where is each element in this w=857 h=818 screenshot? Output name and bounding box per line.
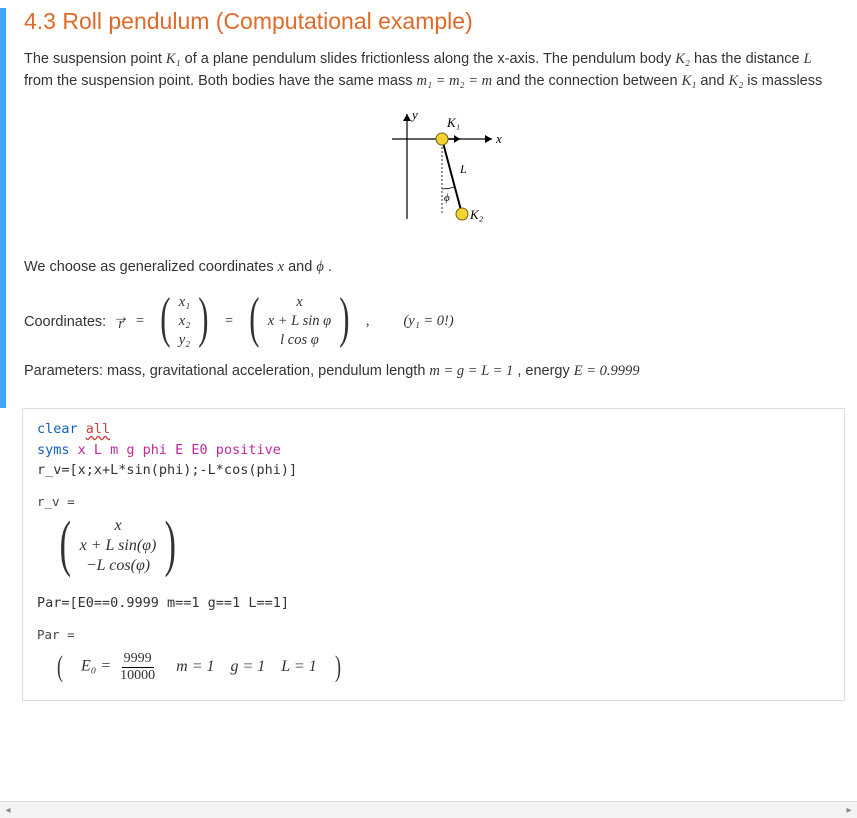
section-heading: 4.3 Roll pendulum (Computational example… bbox=[24, 8, 839, 35]
output-label: Par = bbox=[37, 627, 830, 642]
phi-label: ϕ bbox=[444, 192, 450, 204]
gencoord-paragraph: We choose as generalized coordinates x a… bbox=[24, 257, 839, 279]
code-line[interactable]: Par=[E0==0.9999 m==1 g==1 L==1] bbox=[37, 593, 830, 613]
intro-text: and bbox=[700, 73, 728, 89]
intro-paragraph: The suspension point K₁ of a plane pendu… bbox=[24, 49, 839, 93]
label: Coordinates: bbox=[24, 314, 106, 330]
intro-text: is massless bbox=[747, 73, 822, 89]
y-axis-label: y bbox=[410, 107, 418, 122]
text: , energy bbox=[517, 363, 573, 379]
y1-note: (y₁ = 0!) bbox=[403, 313, 453, 330]
k1-label: K₁ bbox=[446, 115, 460, 130]
output-matrix: ( x x + L sin(φ) −L cos(φ) ) bbox=[55, 517, 181, 575]
L-label: L bbox=[459, 162, 467, 176]
code-line[interactable]: r_v=[x;x+L*sin(phi);-L*cos(phi)] bbox=[37, 460, 830, 480]
coordinates-equation: Coordinates: → r = ( x₁ x₂ y₂ ) = bbox=[24, 294, 839, 349]
sym-k1: K₁ bbox=[166, 51, 181, 67]
energy-value: E = 0.9999 bbox=[574, 363, 640, 379]
text: and bbox=[288, 259, 316, 275]
sym-k2: K₂ bbox=[675, 51, 690, 67]
intro-text: and the connection between bbox=[496, 73, 681, 89]
scrollbar-track[interactable] bbox=[16, 802, 841, 818]
sym-k1: K₁ bbox=[682, 73, 697, 89]
intro-text: from the suspension point. Both bodies h… bbox=[24, 73, 417, 89]
scroll-right-icon[interactable]: ▸ bbox=[841, 802, 857, 818]
param-eq: m = g = L = 1 bbox=[429, 363, 513, 379]
x-axis-label: x bbox=[495, 131, 502, 146]
text: . bbox=[328, 259, 332, 275]
scroll-left-icon[interactable]: ◂ bbox=[0, 802, 16, 818]
sym-k2: K₂ bbox=[729, 73, 744, 89]
horizontal-scrollbar[interactable]: ◂ ▸ bbox=[0, 801, 857, 818]
code-line[interactable]: syms x L m g phi E E0 positive bbox=[37, 440, 830, 460]
par-values: ( E₀ = 9999 10000 m = 1 g = 1 L = 1 ) bbox=[55, 650, 343, 684]
intro-text: of a plane pendulum slides frictionless … bbox=[185, 51, 676, 67]
text-cell: 4.3 Roll pendulum (Computational example… bbox=[0, 8, 857, 408]
mass-equation: m₁ = m₂ = m bbox=[417, 73, 493, 89]
output-label: r_v = bbox=[37, 494, 830, 509]
sym-phi: ϕ bbox=[316, 259, 324, 275]
intro-text: The suspension point bbox=[24, 51, 166, 67]
intro-text: has the distance bbox=[694, 51, 804, 67]
output-par: Par = ( E₀ = 9999 10000 m = 1 g = 1 bbox=[37, 627, 830, 684]
k2-label: K₂ bbox=[469, 207, 484, 222]
vector-r: → r bbox=[118, 310, 124, 333]
text: We choose as generalized coordinates bbox=[24, 259, 278, 275]
pendulum-diagram: y x K₁ K₂ bbox=[24, 109, 839, 239]
output-rv: r_v = ( x x + L sin(φ) −L cos(φ) ) bbox=[37, 494, 830, 575]
matrix-2: ( x x + L sin φ l cos φ ) bbox=[245, 294, 354, 349]
matrix-1: ( x₁ x₂ y₂ ) bbox=[156, 294, 213, 349]
code-line[interactable]: clear all bbox=[37, 419, 830, 439]
sym-x: x bbox=[278, 259, 284, 275]
text: Parameters: mass, gravitational accelera… bbox=[24, 363, 429, 379]
code-cell[interactable]: clear all syms x L m g phi E E0 positive… bbox=[22, 408, 845, 701]
sym-L: L bbox=[804, 51, 812, 67]
parameters-paragraph: Parameters: mass, gravitational accelera… bbox=[24, 363, 839, 380]
